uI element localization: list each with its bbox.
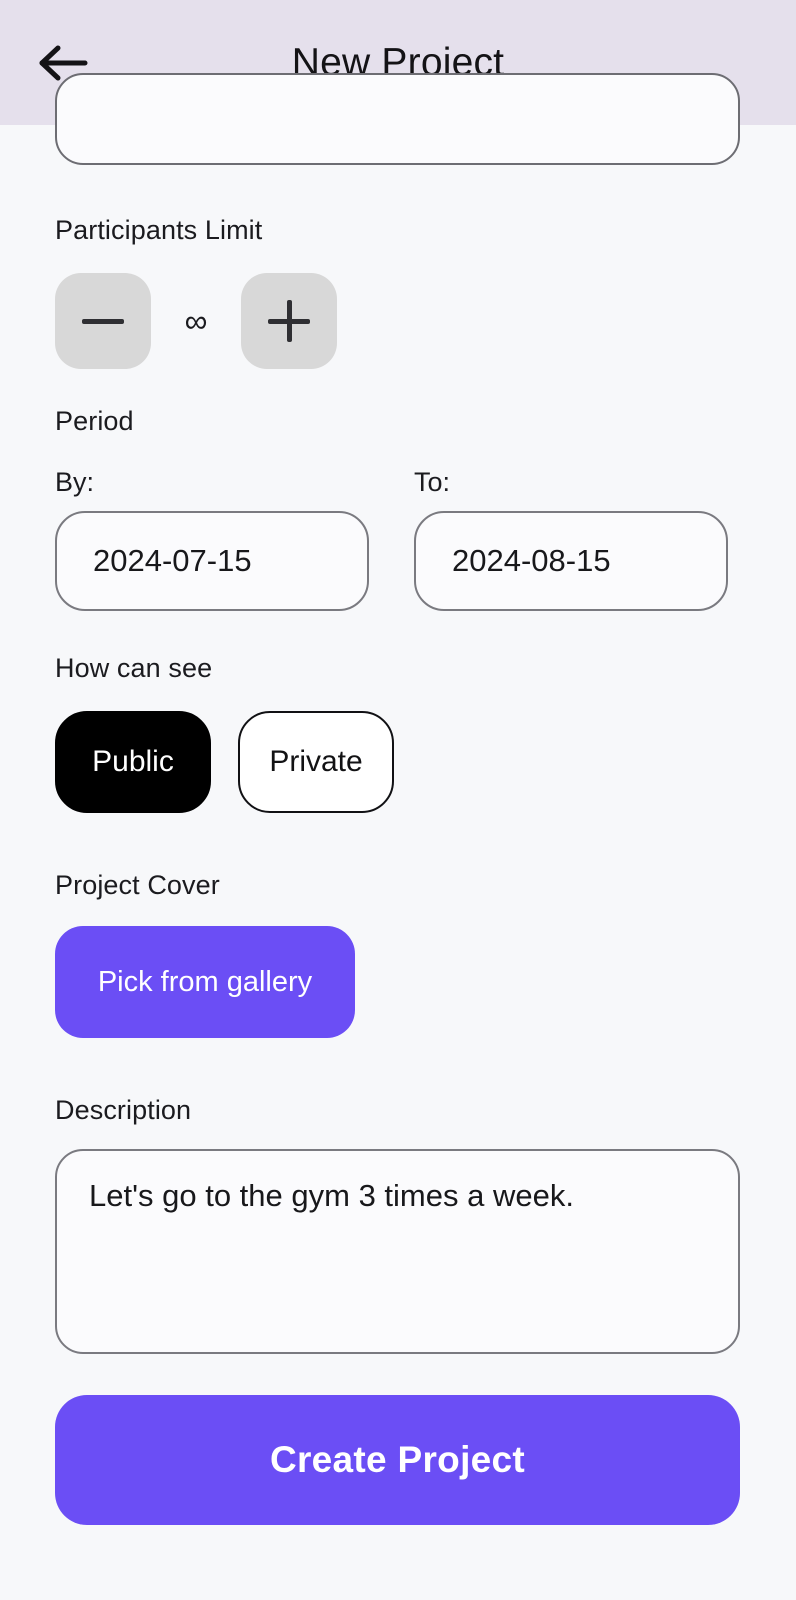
clipped-text-field[interactable]: [55, 73, 740, 165]
visibility-option-public[interactable]: Public: [55, 711, 211, 813]
description-section: Description: [55, 1095, 740, 1359]
visibility-options: Public Private: [55, 711, 394, 813]
period-to-label: To:: [414, 467, 451, 497]
description-input[interactable]: [55, 1149, 740, 1354]
participants-limit-label: Participants Limit: [55, 215, 263, 245]
period-from-input[interactable]: 2024-07-15: [55, 511, 369, 611]
period-from-group: By: 2024-07-15: [55, 467, 369, 611]
participants-limit-section: Participants Limit ∞: [55, 215, 337, 369]
create-project-button[interactable]: Create Project: [55, 1395, 740, 1525]
period-to-input[interactable]: 2024-08-15: [414, 511, 728, 611]
participants-decrement-button[interactable]: [55, 273, 151, 369]
description-label: Description: [55, 1095, 192, 1125]
visibility-section: How can see Public Private: [55, 653, 394, 813]
visibility-label: How can see: [55, 653, 213, 683]
participants-stepper: ∞: [55, 273, 337, 369]
period-fields: By: 2024-07-15 To: 2024-08-15: [55, 467, 740, 611]
period-to-group: To: 2024-08-15: [414, 467, 728, 611]
minus-icon: [82, 300, 124, 342]
pick-from-gallery-button[interactable]: Pick from gallery: [55, 926, 355, 1038]
period-from-label: By:: [55, 467, 95, 497]
plus-icon: [268, 300, 310, 342]
project-cover-label: Project Cover: [55, 870, 220, 900]
project-cover-section: Project Cover Pick from gallery: [55, 870, 355, 1038]
period-label: Period: [55, 406, 134, 436]
participants-value: ∞: [184, 303, 208, 339]
participants-increment-button[interactable]: [241, 273, 337, 369]
form-scroll-area: Participants Limit ∞ Period By: 2024-07-…: [0, 73, 796, 1600]
visibility-option-private[interactable]: Private: [238, 711, 394, 813]
period-section: Period By: 2024-07-15 To: 2024-08-15: [55, 406, 740, 611]
